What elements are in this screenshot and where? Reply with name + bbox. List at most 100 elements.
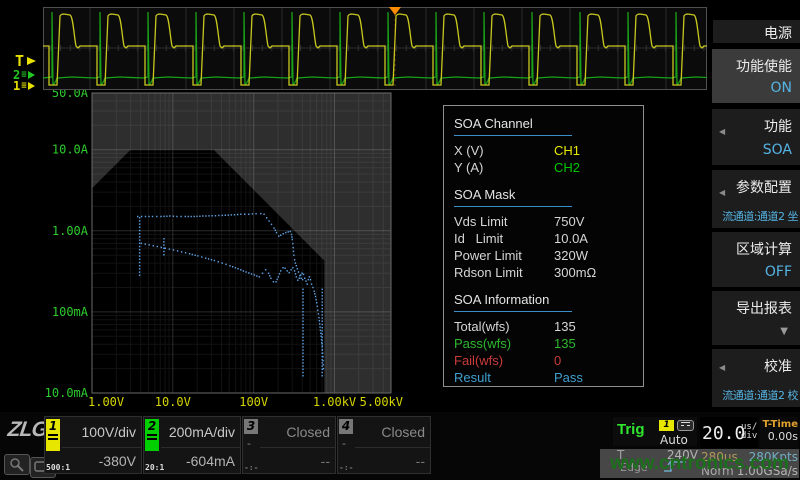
trigger-source-badge: 1 bbox=[659, 420, 674, 431]
row-label: Fail(wfs) bbox=[454, 352, 554, 369]
channel1-probe-ratio: 500:1 bbox=[46, 463, 70, 472]
row-label: Result bbox=[454, 369, 554, 386]
channel3-scale: Closed bbox=[286, 424, 330, 440]
svg-text:5.00kV: 5.00kV bbox=[360, 395, 403, 409]
power-limit-value: 320W bbox=[554, 247, 588, 264]
vds-limit-value: 750V bbox=[554, 213, 584, 230]
soa-channel-section: SOA Channel X (V)CH1 Y (A)CH2 bbox=[454, 116, 643, 176]
trigger-info[interactable]: Trig 1 Auto bbox=[613, 417, 697, 446]
svg-text:1.00V: 1.00V bbox=[88, 395, 124, 409]
fail-wfs-value: 0 bbox=[554, 352, 561, 369]
row-label: Total(wfs) bbox=[454, 318, 554, 335]
menu-item-calibration[interactable]: ◀ 校准 流通道:通道2 校 bbox=[712, 349, 800, 407]
right-arrow-icon bbox=[27, 57, 36, 65]
timebase-readout[interactable]: 20.0 us/ div bbox=[700, 417, 758, 448]
soa-mask-section: SOA Mask Vds Limit750V Id Limit10.0A Pow… bbox=[454, 187, 643, 281]
channel4-badge: 4 bbox=[339, 419, 353, 434]
timebase-value: 20.0 bbox=[702, 423, 745, 444]
trigger-coupling-icon bbox=[677, 420, 694, 431]
svg-text:50.0A: 50.0A bbox=[52, 90, 89, 100]
channel4-info[interactable]: 4 - Closed -- -:- bbox=[337, 416, 431, 474]
svg-text:100V: 100V bbox=[239, 395, 268, 409]
menu-label: 校准 bbox=[764, 356, 792, 376]
svg-text:100mA: 100mA bbox=[52, 305, 89, 319]
arrow-left-icon: ◀ bbox=[719, 127, 725, 136]
channel4-probe-ratio: -:- bbox=[339, 463, 353, 472]
result-value: Pass bbox=[554, 369, 583, 386]
channel4-offset: -- bbox=[416, 453, 425, 469]
menu-value: ON bbox=[771, 80, 793, 96]
arrow-left-icon: ◀ bbox=[719, 363, 725, 372]
chevron-down-icon: ▼ bbox=[780, 326, 788, 337]
svg-text:1.00A: 1.00A bbox=[52, 224, 89, 238]
ground-icon: ≡ bbox=[21, 82, 26, 91]
power-label: 电源 bbox=[764, 23, 792, 43]
trigger-label: Trig bbox=[617, 421, 645, 438]
menu-value: SOA bbox=[763, 142, 792, 158]
t-time-readout: T-Time 0.00s bbox=[760, 417, 798, 448]
menu-item-function-enable[interactable]: 功能使能 ON bbox=[712, 49, 800, 103]
menu-label: 参数配置 bbox=[736, 177, 792, 197]
channel1-offset: -380V bbox=[99, 453, 136, 469]
channel2-scale: 200mA/div bbox=[169, 424, 235, 440]
channel1-badge: 1 bbox=[46, 419, 60, 451]
right-arrow-icon bbox=[28, 82, 35, 90]
row-label: X (V) bbox=[454, 142, 554, 159]
channel3-badge: 3 bbox=[244, 419, 258, 434]
t-time-value: 0.00s bbox=[760, 430, 798, 443]
soa-information-section: SOA Information Total(wfs)135 Pass(wfs)1… bbox=[454, 292, 643, 386]
channel3-coupling-off: - bbox=[247, 437, 251, 450]
svg-text:10.0mA: 10.0mA bbox=[45, 386, 89, 400]
dc-coupling-icon bbox=[147, 434, 157, 436]
channel3-offset: -- bbox=[321, 453, 330, 469]
menu-header-power[interactable]: 电源 bbox=[713, 20, 800, 43]
row-label: Power Limit bbox=[454, 247, 554, 264]
arrow-left-icon: ◀ bbox=[719, 188, 725, 197]
channel4-scale: Closed bbox=[381, 424, 425, 440]
channel4-coupling-off: - bbox=[342, 437, 346, 450]
rdson-limit-value: 300mΩ bbox=[554, 264, 596, 281]
channel3-info[interactable]: 3 - Closed -- -:- bbox=[242, 416, 336, 474]
menu-label: 导出报表 bbox=[736, 298, 792, 318]
id-limit-value: 10.0A bbox=[554, 230, 588, 247]
menu-item-area-calc[interactable]: 区域计算 OFF bbox=[712, 232, 800, 287]
channel1-info[interactable]: 1 100V/div -380V 500:1 bbox=[44, 416, 142, 474]
channel1-marker-label: 1 bbox=[13, 79, 20, 93]
menu-label: 功能 bbox=[764, 116, 792, 136]
menu-value: 流通道:通道2 校 bbox=[722, 387, 798, 403]
menu-item-export-report[interactable]: 导出报表 ▼ bbox=[712, 291, 800, 345]
menu-label: 功能使能 bbox=[736, 56, 792, 76]
timebase-unit: us/ div bbox=[741, 423, 757, 441]
channel2-probe-ratio: 20:1 bbox=[145, 463, 164, 472]
x-channel-value: CH1 bbox=[554, 142, 580, 159]
waveform-strip bbox=[43, 7, 707, 90]
menu-value: OFF bbox=[765, 264, 792, 280]
row-label: Id Limit bbox=[454, 230, 554, 247]
menu-item-parameter-config[interactable]: ◀ 参数配置 流通道:通道2 坐 bbox=[712, 170, 800, 228]
svg-text:1.00kV: 1.00kV bbox=[313, 395, 356, 409]
section-title: SOA Mask bbox=[454, 187, 572, 207]
soa-info-panel: SOA Channel X (V)CH1 Y (A)CH2 SOA Mask V… bbox=[443, 105, 644, 387]
section-title: SOA Information bbox=[454, 292, 572, 312]
t-time-label: T-Time bbox=[760, 419, 798, 430]
channel3-probe-ratio: -:- bbox=[244, 463, 258, 472]
menu-value: 流通道:通道2 坐 bbox=[722, 208, 798, 224]
row-label: Vds Limit bbox=[454, 213, 554, 230]
menu-item-function[interactable]: ◀ 功能 SOA bbox=[712, 109, 800, 165]
row-label: Rdson Limit bbox=[454, 264, 554, 281]
channel2-info[interactable]: 2 200mA/div -604mA 20:1 bbox=[143, 416, 241, 474]
oscilloscope-screen: T 2 ≡ 1 ≡ 50.0A10.0A1.00A100mA10.0mA1.00… bbox=[0, 0, 800, 480]
touch-icon[interactable] bbox=[4, 454, 30, 475]
row-label: Pass(wfs) bbox=[454, 335, 554, 352]
dc-coupling-icon bbox=[48, 434, 58, 436]
channel2-badge: 2 bbox=[145, 419, 159, 451]
svg-text:10.0A: 10.0A bbox=[52, 143, 89, 157]
section-title: SOA Channel bbox=[454, 116, 572, 136]
channel1-scale: 100V/div bbox=[82, 424, 136, 440]
row-label: Y (A) bbox=[454, 159, 554, 176]
channel2-offset: -604mA bbox=[186, 453, 235, 469]
y-channel-value: CH2 bbox=[554, 159, 580, 176]
channel1-ground-marker[interactable]: 1 ≡ bbox=[13, 79, 35, 93]
soa-chart: 50.0A10.0A1.00A100mA10.0mA1.00V10.0V100V… bbox=[40, 90, 420, 412]
right-arrow-icon bbox=[28, 71, 35, 79]
